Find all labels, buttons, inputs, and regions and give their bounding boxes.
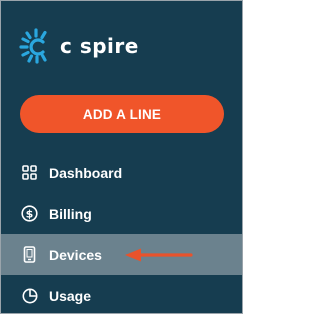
sidebar-item-billing[interactable]: $ Billing	[1, 193, 242, 234]
sidebar-item-label: Billing	[49, 205, 92, 222]
brand-name: c spire	[60, 34, 139, 58]
sidebar-item-dashboard[interactable]: Dashboard	[1, 152, 242, 193]
cspire-starburst-icon	[19, 28, 47, 64]
sidebar-item-label: Usage	[49, 287, 92, 304]
dashboard-grid-icon	[21, 164, 38, 181]
sidebar-item-label: Dashboard	[49, 164, 123, 181]
sidebar-item-usage[interactable]: Usage	[1, 275, 242, 313]
dollar-circle-icon: $	[21, 205, 38, 222]
annotation-arrow-icon	[125, 248, 193, 261]
add-a-line-button[interactable]: ADD A LINE	[20, 95, 224, 133]
svg-text:$: $	[26, 208, 34, 221]
sidebar-item-label: Devices	[49, 246, 102, 263]
sidebar-nav: Dashboard $ Billing Devices Usage	[1, 152, 242, 313]
phone-icon	[21, 246, 38, 263]
brand-logo[interactable]: c spire	[18, 28, 139, 64]
sidebar-item-devices[interactable]: Devices	[1, 234, 242, 275]
pie-chart-icon	[21, 287, 38, 304]
sidebar: c spire ADD A LINE Dashboard $ Billing D…	[0, 0, 243, 314]
